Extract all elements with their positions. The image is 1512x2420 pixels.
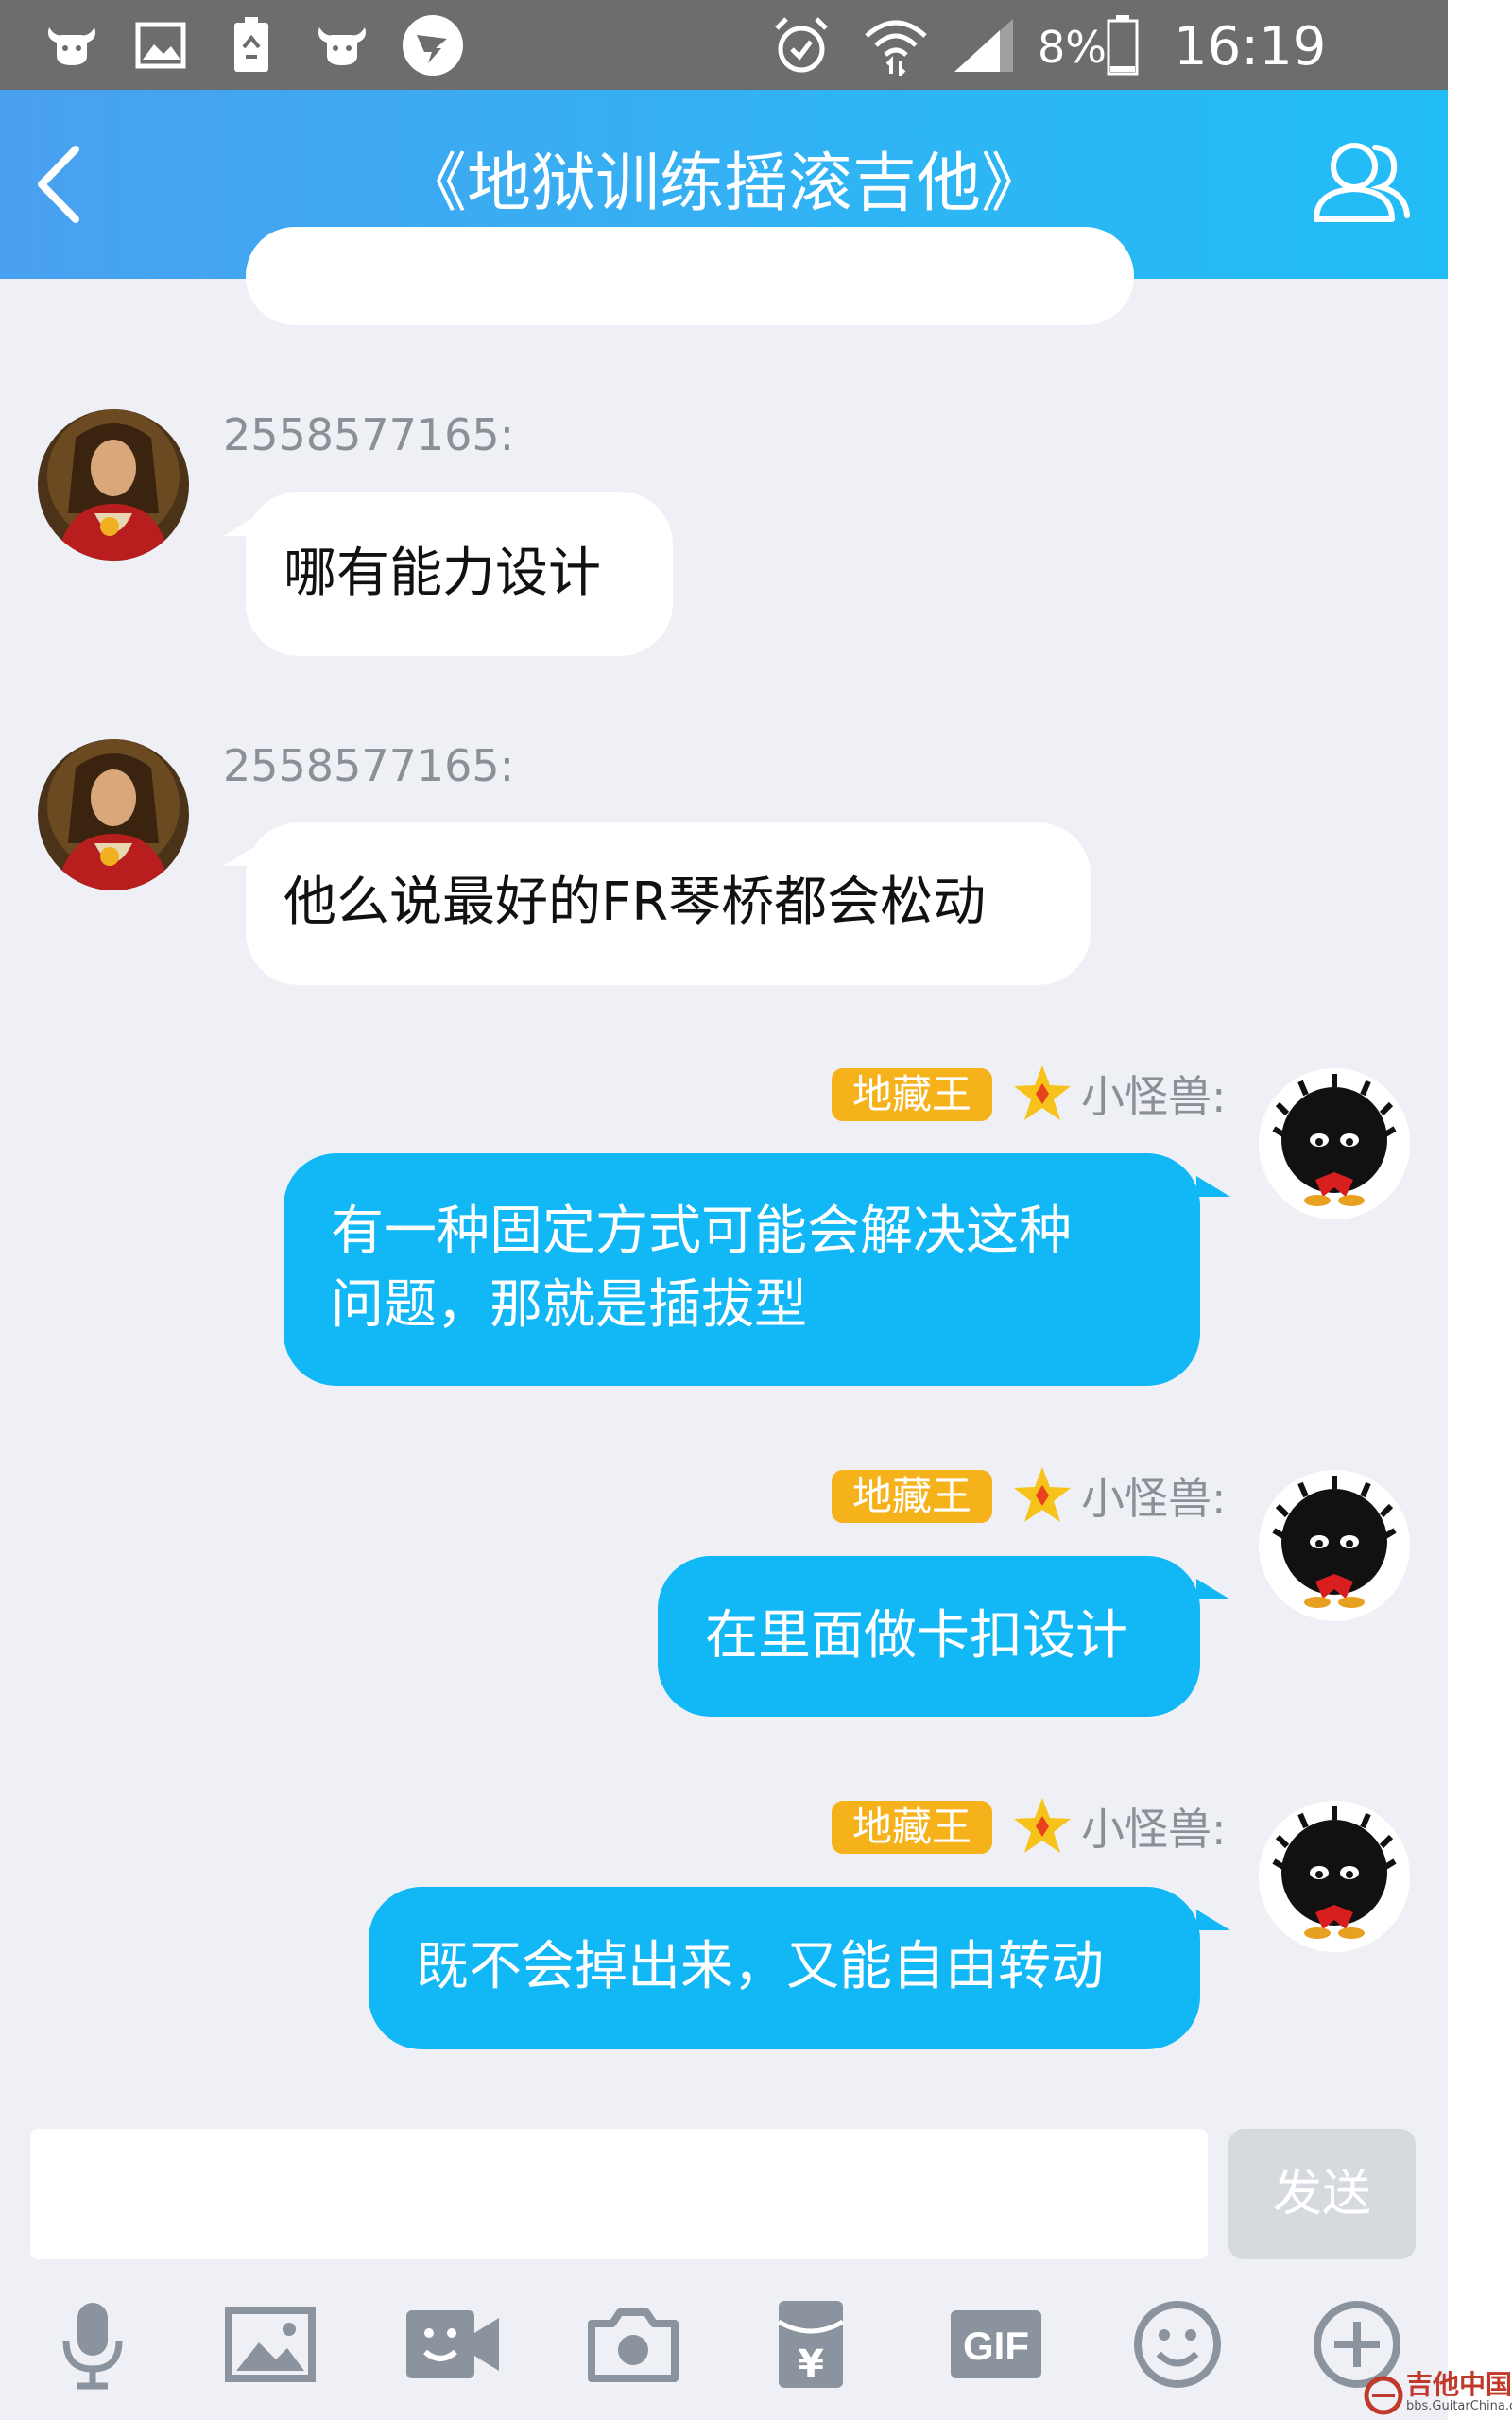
- watermark-text: 吉他中国: [1406, 2369, 1512, 2400]
- alarm-icon: [767, 13, 835, 78]
- star-icon: [1011, 1464, 1074, 1527]
- sender-nickname: 小怪兽:: [1081, 1071, 1227, 1122]
- recycle-battery-icon: [217, 13, 285, 78]
- avatar[interactable]: [1259, 1470, 1410, 1621]
- bull-icon: [308, 13, 376, 78]
- message-bubble[interactable]: 在里面做卡扣设计: [658, 1556, 1200, 1717]
- camera-icon[interactable]: [586, 2297, 680, 2392]
- battery-percent: 8%: [1038, 22, 1107, 73]
- sender-id: 2558577165:: [223, 740, 515, 791]
- message-bubble[interactable]: 他么说最好的FR琴桥都会松动: [246, 822, 1091, 985]
- bull-icon: [38, 13, 106, 78]
- previous-message-bubble[interactable]: [246, 227, 1134, 325]
- message-bubble[interactable]: 有一种固定方式可能会解决这种 问题，那就是插拔型: [284, 1153, 1200, 1386]
- group-members-icon[interactable]: [1309, 132, 1413, 236]
- title-badge: 地藏王: [832, 1470, 993, 1523]
- title-badge: 地藏王: [832, 1801, 993, 1854]
- chat-screen: 8% 16:19 《地狱训练摇滚吉他》 2558577165: 哪有能力设计 2…: [0, 0, 1448, 2420]
- avatar[interactable]: [1259, 1801, 1410, 1952]
- bubble-tail: [1196, 1910, 1230, 1930]
- red-packet-symbol: ¥: [798, 2342, 824, 2386]
- watermark-subtext: bbs.GuitarChina.com: [1406, 2399, 1512, 2413]
- microphone-icon[interactable]: [45, 2297, 140, 2392]
- message-bubble[interactable]: 哪有能力设计: [246, 492, 673, 656]
- message-bubble[interactable]: 既不会掉出来，又能自由转动: [369, 1887, 1200, 2049]
- avatar[interactable]: [38, 739, 189, 890]
- clock: 16:19: [1174, 16, 1327, 78]
- send-button[interactable]: 发送: [1228, 2129, 1416, 2259]
- wifi-icon: [862, 13, 930, 78]
- sender-nickname: 小怪兽:: [1081, 1804, 1227, 1855]
- message-input[interactable]: [30, 2129, 1208, 2259]
- sender-id: 2558577165:: [223, 409, 515, 460]
- avatar[interactable]: [1259, 1068, 1410, 1219]
- emoji-icon[interactable]: [1130, 2297, 1225, 2392]
- title-badge: 地藏王: [832, 1068, 993, 1121]
- red-packet-icon[interactable]: ¥: [764, 2297, 858, 2392]
- signal-icon: [950, 13, 1018, 78]
- bubble-tail: [1196, 1579, 1230, 1599]
- image-icon: [127, 13, 195, 78]
- battery-icon: [1104, 13, 1142, 78]
- chevron-left-icon[interactable]: [28, 142, 104, 227]
- video-call-icon[interactable]: [401, 2297, 499, 2392]
- message-line: 有一种固定方式可能会解决这种: [331, 1201, 1072, 1262]
- message-line: 问题，那就是插拔型: [331, 1274, 807, 1336]
- bubble-tail: [1196, 1176, 1230, 1197]
- sender-nickname: 小怪兽:: [1081, 1473, 1227, 1524]
- star-icon: [1011, 1063, 1074, 1125]
- chat-title: 《地狱训练摇滚吉他》: [402, 147, 1045, 221]
- image-icon[interactable]: [223, 2297, 318, 2392]
- dingtalk-icon: [399, 13, 467, 78]
- gif-icon[interactable]: GIF: [949, 2297, 1043, 2392]
- watermark: 吉他中国 bbs.GuitarChina.com: [1361, 2371, 1512, 2420]
- star-icon: [1011, 1795, 1074, 1858]
- gif-label: GIF: [963, 2324, 1029, 2368]
- avatar[interactable]: [38, 409, 189, 561]
- status-bar: 8% 16:19: [0, 0, 1448, 90]
- guitar-logo-icon: [1364, 2376, 1403, 2415]
